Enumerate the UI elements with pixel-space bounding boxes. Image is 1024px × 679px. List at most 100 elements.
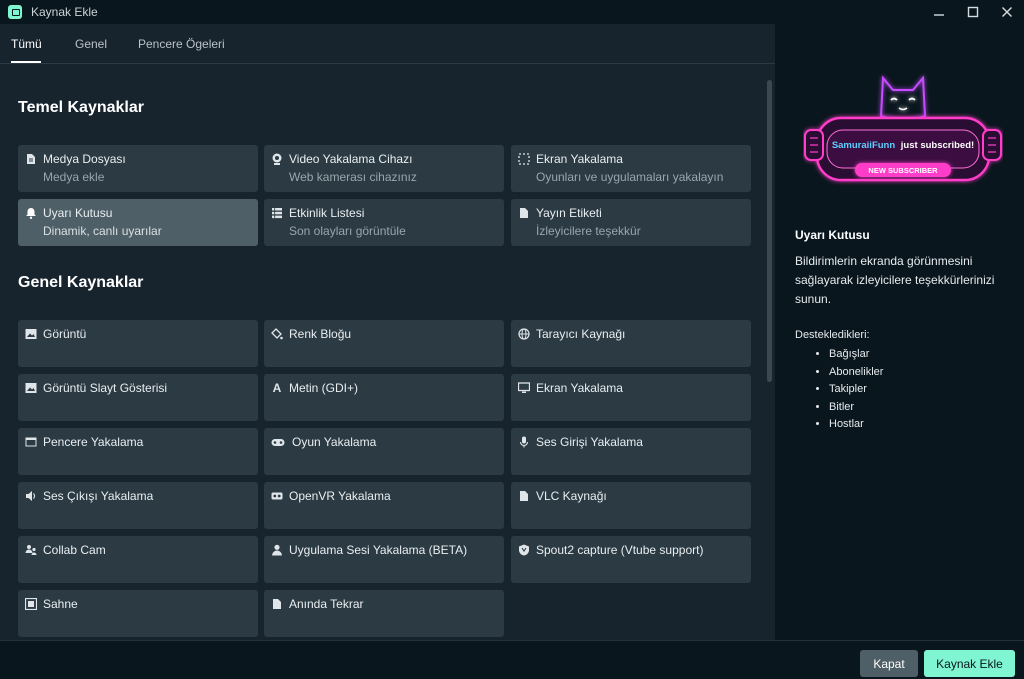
monitor-icon: [518, 382, 530, 394]
maximize-icon: [967, 6, 979, 18]
source-card-event-list[interactable]: Etkinlik Listesi Son olayları görüntüle: [264, 199, 504, 246]
paint-bucket-icon: [271, 328, 283, 340]
app-logo-icon: [8, 5, 22, 19]
supports-list: Bağışlar Abonelikler Takipler Bitler Hos…: [829, 346, 883, 434]
source-card-title: Renk Bloğu: [289, 327, 352, 341]
source-card-window-capture[interactable]: Pencere Yakalama: [18, 428, 258, 475]
source-card-description: Son olayları görüntüle: [289, 224, 406, 238]
panel-description: Bildirimlerin ekranda görünmesini sağlay…: [795, 254, 995, 306]
supports-item: Bitler: [829, 399, 883, 417]
source-info-panel: SamuraiiFunn just subscribed! NEW SUBSCR…: [775, 24, 1024, 640]
supports-item: Abonelikler: [829, 364, 883, 382]
source-card-spout2-capture[interactable]: Spout2 capture (Vtube support): [511, 536, 751, 583]
preview-username: SamuraiiFunn: [832, 140, 896, 151]
source-card-image-slideshow[interactable]: Görüntü Slayt Gösterisi: [18, 374, 258, 421]
source-card-text-gdi[interactable]: A Metin (GDI+): [264, 374, 504, 421]
title-bar: Kaynak Ekle: [0, 0, 1024, 24]
source-card-title: Görüntü: [43, 327, 87, 341]
supports-label: Destekledikleri:: [795, 329, 870, 341]
shield-icon: [518, 544, 530, 556]
preview-message: just subscribed!: [900, 140, 974, 151]
slideshow-icon: [25, 382, 37, 394]
svg-text:SamuraiiFunn just subscr: SamuraiiFunn just subscribed!: [832, 140, 974, 151]
sources-pane: Temel Kaynaklar Medya Dosyası Medya ekle…: [0, 64, 775, 640]
list-icon: [271, 207, 283, 219]
webcam-icon: [271, 153, 283, 165]
source-card-title: Ekran Yakalama: [536, 152, 623, 166]
source-card-alert-box[interactable]: Uyarı Kutusu Dinamik, canlı uyarılar: [18, 199, 258, 246]
vr-headset-icon: [271, 490, 283, 502]
speaker-icon: [25, 490, 37, 502]
source-card-instant-replay[interactable]: Anında Tekrar: [264, 590, 504, 637]
globe-icon: [518, 328, 530, 340]
supports-item: Bağışlar: [829, 346, 883, 364]
source-card-description: Web kamerası cihazınız: [289, 170, 417, 184]
source-card-audio-output-capture[interactable]: Ses Çıkışı Yakalama: [18, 482, 258, 529]
minimize-icon: [934, 14, 944, 16]
source-card-stream-label[interactable]: Yayın Etiketi İzleyicilere teşekkür: [511, 199, 751, 246]
tab-bar: Tümü Genel Pencere Ögeleri: [0, 24, 775, 64]
window-title: Kaynak Ekle: [31, 5, 98, 19]
source-card-title: Collab Cam: [43, 543, 106, 557]
document-icon: [271, 598, 283, 610]
maximize-button[interactable]: [956, 0, 990, 24]
screen-capture-icon: [518, 153, 530, 165]
source-card-title: Yayın Etiketi: [536, 206, 602, 220]
source-card-video-capture[interactable]: Video Yakalama Cihazı Web kamerası cihaz…: [264, 145, 504, 192]
source-card-audio-input-capture[interactable]: Ses Girişi Yakalama: [511, 428, 751, 475]
source-card-media-file[interactable]: Medya Dosyası Medya ekle: [18, 145, 258, 192]
document-icon: [518, 490, 530, 502]
close-button[interactable]: Kapat: [860, 650, 918, 677]
source-card-title: Görüntü Slayt Gösterisi: [43, 381, 168, 395]
source-card-browser-source[interactable]: Tarayıcı Kaynağı: [511, 320, 751, 367]
preview-badge: NEW SUBSCRIBER: [868, 166, 938, 175]
close-icon: [1002, 7, 1012, 17]
source-card-app-audio-capture[interactable]: Uygulama Sesi Yakalama (BETA): [264, 536, 504, 583]
source-card-description: Oyunları ve uygulamaları yakalayın: [536, 170, 724, 184]
source-card-title: Pencere Yakalama: [43, 435, 144, 449]
supports-item: Takipler: [829, 381, 883, 399]
source-card-display-capture[interactable]: Ekran Yakalama: [511, 374, 751, 421]
user-icon: [271, 544, 283, 556]
source-card-title: Uygulama Sesi Yakalama (BETA): [289, 543, 468, 557]
source-card-title: Oyun Yakalama: [292, 435, 377, 449]
source-card-screen-capture[interactable]: Ekran Yakalama Oyunları ve uygulamaları …: [511, 145, 751, 192]
source-card-description: Medya ekle: [43, 170, 105, 184]
source-card-title: Etkinlik Listesi: [289, 206, 365, 220]
document-icon: [518, 207, 530, 219]
image-icon: [25, 328, 37, 340]
add-source-button[interactable]: Kaynak Ekle: [924, 650, 1015, 677]
source-card-collab-cam[interactable]: Collab Cam: [18, 536, 258, 583]
source-card-title: Medya Dosyası: [43, 152, 126, 166]
tab-window-elements[interactable]: Pencere Ögeleri: [138, 37, 225, 51]
minimize-button[interactable]: [922, 0, 956, 24]
source-card-title: Ses Girişi Yakalama: [536, 435, 643, 449]
file-icon: [25, 153, 37, 165]
source-card-title: Uyarı Kutusu: [43, 206, 113, 220]
source-card-title: Sahne: [43, 597, 78, 611]
source-card-color-block[interactable]: Renk Bloğu: [264, 320, 504, 367]
source-card-title: Video Yakalama Cihazı: [289, 152, 413, 166]
source-card-title: Tarayıcı Kaynağı: [536, 327, 626, 341]
tab-general[interactable]: Genel: [75, 37, 107, 51]
source-card-game-capture[interactable]: Oyun Yakalama: [264, 428, 504, 475]
section-title-general: Genel Kaynaklar: [18, 274, 144, 291]
active-tab-indicator: [11, 61, 41, 63]
source-card-vlc-source[interactable]: VLC Kaynağı: [511, 482, 751, 529]
source-card-openvr-capture[interactable]: OpenVR Yakalama: [264, 482, 504, 529]
source-card-scene[interactable]: Sahne: [18, 590, 258, 637]
source-card-description: Dinamik, canlı uyarılar: [43, 224, 162, 238]
microphone-icon: [518, 436, 530, 448]
source-card-title: OpenVR Yakalama: [289, 489, 391, 503]
source-card-description: İzleyicilere teşekkür: [536, 224, 641, 238]
source-card-title: Metin (GDI+): [289, 381, 359, 395]
source-card-title: Ses Çıkışı Yakalama: [43, 489, 154, 503]
source-card-image[interactable]: Görüntü: [18, 320, 258, 367]
footer: Kapat Kaynak Ekle: [0, 640, 1024, 679]
supports-item: Hostlar: [829, 416, 883, 434]
alert-box-preview: SamuraiiFunn just subscribed! NEW SUBSCR…: [804, 75, 1002, 182]
collab-users-icon: [25, 544, 37, 556]
scrollbar[interactable]: [767, 80, 772, 382]
close-window-button[interactable]: [990, 0, 1024, 24]
tab-all[interactable]: Tümü: [11, 37, 42, 51]
